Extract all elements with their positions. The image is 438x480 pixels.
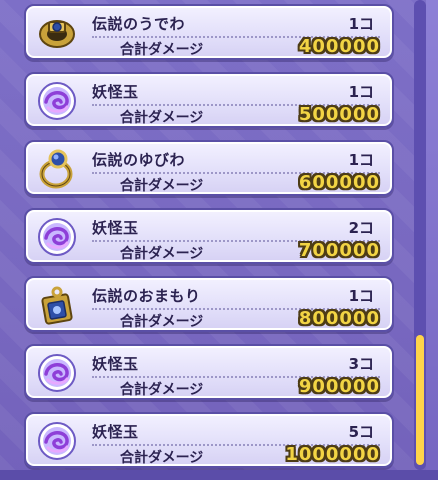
- item-name: 伝説のおまもり: [92, 287, 201, 305]
- item-count: 1コ: [348, 15, 374, 33]
- item-name: 伝説のうでわ: [92, 15, 186, 33]
- total-damage-value: 1000000: [285, 444, 380, 465]
- item-name: 伝説のゆびわ: [92, 151, 186, 169]
- reward-row[interactable]: 伝説のうでわ 1コ 合計ダメージ 400000: [24, 4, 394, 60]
- total-damage-label: 合計ダメージ: [120, 450, 204, 466]
- scrollbar-thumb[interactable]: [416, 335, 424, 465]
- yokai-orb-icon: [36, 80, 78, 122]
- item-name: 妖怪玉: [92, 83, 139, 101]
- total-damage-label: 合計ダメージ: [120, 246, 204, 262]
- bottom-frame: [0, 470, 438, 480]
- total-damage-value: 900000: [298, 376, 380, 397]
- total-damage-value: 700000: [298, 240, 380, 261]
- total-damage-label: 合計ダメージ: [120, 382, 204, 398]
- item-count: 1コ: [348, 83, 374, 101]
- total-damage-label: 合計ダメージ: [120, 42, 204, 58]
- item-count: 3コ: [348, 355, 374, 373]
- item-count: 5コ: [348, 423, 374, 441]
- yokai-orb-icon: [36, 216, 78, 258]
- reward-row[interactable]: 伝説のおまもり 1コ 合計ダメージ 800000: [24, 276, 394, 332]
- reward-row[interactable]: 妖怪玉 3コ 合計ダメージ 900000: [24, 344, 394, 400]
- total-damage-label: 合計ダメージ: [120, 178, 204, 194]
- yokai-orb-icon: [36, 352, 78, 394]
- item-count: 2コ: [348, 219, 374, 237]
- item-name: 妖怪玉: [92, 423, 139, 441]
- yokai-orb-icon: [36, 420, 78, 462]
- amulet-icon: [36, 284, 78, 326]
- total-damage-label: 合計ダメージ: [120, 314, 204, 330]
- item-name: 妖怪玉: [92, 219, 139, 237]
- total-damage-value: 800000: [298, 308, 380, 329]
- panel-edge: [426, 0, 438, 480]
- reward-row[interactable]: 妖怪玉 5コ 合計ダメージ 1000000: [24, 412, 394, 468]
- total-damage-value: 400000: [298, 36, 380, 57]
- armband-icon: [36, 12, 78, 54]
- total-damage-value: 500000: [298, 104, 380, 125]
- scrollbar[interactable]: [414, 0, 426, 470]
- item-name: 妖怪玉: [92, 355, 139, 373]
- item-count: 1コ: [348, 151, 374, 169]
- total-damage-value: 600000: [298, 172, 380, 193]
- reward-row[interactable]: 妖怪玉 1コ 合計ダメージ 500000: [24, 72, 394, 128]
- reward-list: 伝説のうでわ 1コ 合計ダメージ 400000 妖怪玉 1コ 合計ダメージ 50…: [0, 0, 438, 480]
- reward-row[interactable]: 伝説のゆびわ 1コ 合計ダメージ 600000: [24, 140, 394, 196]
- total-damage-label: 合計ダメージ: [120, 110, 204, 126]
- ring-icon: [36, 148, 78, 190]
- reward-row[interactable]: 妖怪玉 2コ 合計ダメージ 700000: [24, 208, 394, 264]
- item-count: 1コ: [348, 287, 374, 305]
